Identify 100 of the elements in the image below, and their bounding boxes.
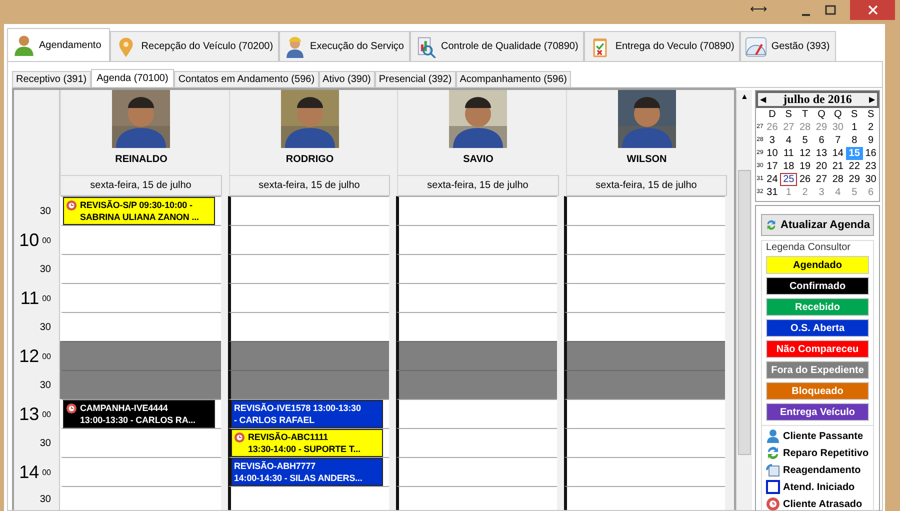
sub-tab[interactable]: Acompanhamento (596) [456,71,571,87]
calendar-day[interactable]: 1 [846,121,863,134]
calendar-day[interactable]: 5 [796,134,814,147]
scrollbar[interactable]: ▲ [736,90,752,510]
main-tab[interactable]: Agendamento [7,28,110,61]
calendar-day[interactable]: 13 [813,147,830,160]
time-slot[interactable] [396,370,557,399]
calendar-day[interactable]: 27 [780,121,797,134]
sub-tab[interactable]: Contatos em Andamento (596) [174,71,319,87]
sub-tab[interactable]: Agenda (70100) [90,69,174,87]
calendar-day[interactable]: 6 [862,186,879,199]
next-month-button[interactable]: ▶ [869,95,875,104]
calendar-day[interactable]: 11 [780,147,797,160]
calendar-day[interactable]: 1 [780,186,797,199]
refresh-button[interactable]: Atualizar Agenda [761,214,874,236]
time-slot[interactable] [396,399,557,428]
calendar-day[interactable]: 5 [846,186,863,199]
time-slot[interactable] [396,196,557,225]
calendar-day[interactable]: 30 [830,121,846,134]
time-slot[interactable] [60,283,221,312]
time-slot[interactable] [60,457,221,486]
time-slot[interactable] [396,283,557,312]
close-button[interactable] [850,0,895,20]
calendar-day[interactable]: 9 [862,134,879,147]
time-slot[interactable] [228,283,389,312]
calendar-day[interactable]: 8 [846,134,863,147]
calendar-day[interactable]: 28 [830,173,846,186]
calendar-day[interactable]: 21 [830,160,846,173]
main-tab[interactable]: Execução do Serviço [279,31,410,61]
time-slot[interactable] [396,254,557,283]
calendar-day[interactable]: 22 [846,160,863,173]
calendar-day[interactable]: 25 [780,173,797,186]
calendar-day[interactable]: 24 [764,173,780,186]
calendar-day[interactable]: 3 [764,134,780,147]
time-slot[interactable] [564,370,725,399]
time-slot[interactable] [564,196,725,225]
time-slot[interactable] [228,196,389,225]
calendar-day[interactable]: 16 [862,147,879,160]
calendar-day[interactable]: 3 [813,186,830,199]
main-tab[interactable]: Controle de Qualidade (70890) [410,31,584,61]
main-tab[interactable]: Entrega do Veculo (70890) [584,31,740,61]
calendar-day[interactable]: 29 [846,173,863,186]
time-slot[interactable] [396,457,557,486]
previous-month-button[interactable]: ◀ [760,95,766,104]
calendar-day[interactable]: 30 [862,173,879,186]
scroll-up-button[interactable]: ▲ [740,90,748,104]
main-tab[interactable]: Recepção do Veículo (70200) [110,31,280,61]
calendar-day[interactable]: 6 [813,134,830,147]
sub-tab[interactable]: Presencial (392) [374,71,456,87]
time-slot[interactable] [564,283,725,312]
time-slot[interactable] [228,225,389,254]
time-slot[interactable] [564,457,725,486]
calendar-day[interactable]: 12 [796,147,814,160]
calendar-day[interactable]: 29 [813,121,830,134]
time-slot[interactable] [564,486,725,510]
time-slot[interactable] [396,341,557,370]
maximize-icon[interactable] [825,5,836,15]
calendar-day[interactable]: 27 [813,173,830,186]
time-slot[interactable] [396,225,557,254]
calendar-day[interactable]: 28 [796,121,814,134]
time-slot[interactable] [396,486,557,510]
calendar-day[interactable]: 14 [830,147,846,160]
calendar-day[interactable]: 2 [796,186,814,199]
calendar-day[interactable]: 26 [796,173,814,186]
time-slot[interactable] [60,254,221,283]
time-slot[interactable] [60,225,221,254]
time-slot[interactable] [228,341,389,370]
time-slot[interactable] [60,312,221,341]
sub-tab[interactable]: Receptivo (391) [12,71,91,87]
time-slot[interactable] [396,428,557,457]
calendar-day[interactable]: 26 [764,121,780,134]
calendar-day[interactable]: 20 [813,160,830,173]
time-slot[interactable] [60,486,221,510]
calendar-day[interactable]: 23 [862,160,879,173]
calendar-day[interactable]: 19 [796,160,814,173]
time-slot[interactable] [228,370,389,399]
calendar-day[interactable]: 18 [780,160,797,173]
time-slot[interactable] [564,341,725,370]
time-slot[interactable] [228,254,389,283]
calendar-day[interactable]: 4 [780,134,797,147]
time-slot[interactable] [564,428,725,457]
time-slot[interactable] [60,428,221,457]
time-slot[interactable] [60,370,221,399]
calendar-day[interactable]: 31 [764,186,780,199]
time-slot[interactable] [60,341,221,370]
time-slot[interactable] [564,312,725,341]
sub-tab[interactable]: Ativo (390) [318,71,375,87]
calendar-day[interactable]: 4 [830,186,846,199]
resize-icon[interactable]: ⟷ [750,2,767,16]
time-slot[interactable] [564,399,725,428]
time-slot[interactable] [564,254,725,283]
time-slot[interactable] [564,225,725,254]
time-slot[interactable] [228,312,389,341]
calendar-day[interactable]: 10 [764,147,780,160]
calendar-day[interactable]: 17 [764,160,780,173]
time-slot[interactable] [228,486,389,510]
main-tab[interactable]: Gestão (393) [740,31,836,61]
calendar-day[interactable]: 2 [862,121,879,134]
time-slot[interactable] [396,312,557,341]
calendar-day[interactable]: 7 [830,134,846,147]
